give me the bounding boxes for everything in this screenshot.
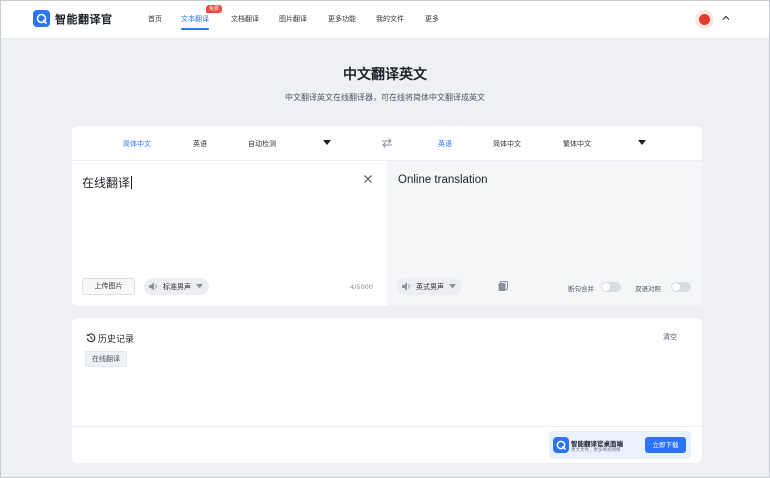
history-footer: 智能翻译官桌面端 更大文件，更多格式网络 立即下载 [72, 426, 702, 463]
nav-more[interactable]: 更多 [425, 14, 439, 24]
source-text-wrap[interactable]: 在线翻译 [82, 174, 133, 191]
history-item[interactable]: 在线翻译 [85, 351, 127, 367]
page-subtitle: 中文翻译英文在线翻译器，可在线将简体中文翻译成英文 [285, 93, 485, 102]
top-navbar: 智能翻译官 首页 文本翻译 免费 文档翻译 图片翻译 更多功能 我的文件 更多 [1, 1, 769, 39]
target-lang-en[interactable]: 英语 [438, 139, 452, 149]
page-title: 中文翻译英文 [343, 67, 427, 83]
promo-subtitle: 更大文件，更多格式网络 [571, 448, 621, 453]
character-count: 4/5000 [350, 283, 373, 291]
upload-image-button[interactable]: 上传图片 [82, 278, 135, 295]
chevron-down-icon [196, 284, 203, 289]
history-title: 历史记录 [98, 335, 135, 345]
history-icon [86, 333, 96, 343]
target-lang-dropdown-icon[interactable] [638, 140, 646, 146]
chevron-down-icon [449, 284, 456, 289]
logo-icon [33, 10, 50, 27]
sentence-merge-toggle[interactable] [601, 282, 621, 292]
history-card: 历史记录 清空 在线翻译 智能翻译官桌面端 更大文件，更多格式网络 立即下载 [72, 318, 702, 463]
target-text-area: Online translation 英式男声 断句合并 双语对照 [387, 161, 702, 306]
source-lang-en[interactable]: 英语 [193, 139, 207, 149]
clear-history-button[interactable]: 清空 [663, 332, 677, 342]
swap-languages-icon[interactable] [381, 137, 393, 149]
avatar-image [699, 14, 710, 25]
desktop-app-promo[interactable]: 智能翻译官桌面端 更大文件，更多格式网络 立即下载 [549, 431, 691, 459]
promo-logo-icon [553, 437, 569, 453]
speaker-icon[interactable] [148, 281, 159, 292]
source-lang-dropdown-icon[interactable] [323, 140, 331, 146]
nav-doc-translate[interactable]: 文档翻译 [231, 14, 259, 24]
source-voice-selector[interactable]: 标准男声 [144, 278, 209, 295]
nav-more-features[interactable]: 更多功能 [328, 14, 356, 24]
source-lang-zh[interactable]: 简体中文 [123, 139, 151, 149]
speaker-icon[interactable] [401, 281, 412, 292]
bilingual-label: 双语对照 [635, 285, 661, 293]
target-voice-selector[interactable]: 英式男声 [397, 278, 462, 295]
bilingual-toggle[interactable] [671, 282, 691, 292]
source-text-area[interactable]: 在线翻译 上传图片 标准男声 4/5000 [72, 161, 387, 306]
app-name: 智能翻译官 [55, 12, 113, 26]
translated-text: Online translation [398, 174, 488, 186]
sentence-merge-label: 断句合并 [568, 285, 594, 293]
nav-my-files[interactable]: 我的文件 [376, 14, 404, 24]
language-bar: 简体中文 英语 自动检测 英语 简体中文 繁体中文 [72, 126, 702, 161]
clear-text-icon[interactable] [363, 174, 373, 184]
target-lang-zh-hant[interactable]: 繁体中文 [563, 139, 591, 149]
copy-icon[interactable] [497, 280, 509, 292]
free-badge: 免费 [206, 5, 223, 13]
app-logo[interactable]: 智能翻译官 [33, 10, 113, 27]
translator-card: 简体中文 英语 自动检测 英语 简体中文 繁体中文 在线翻译 上传图片 标准男声 [72, 126, 702, 306]
target-voice-label: 英式男声 [416, 282, 444, 291]
source-lang-auto[interactable]: 自动检测 [248, 139, 276, 149]
nav-home[interactable]: 首页 [148, 14, 162, 24]
target-lang-zh[interactable]: 简体中文 [493, 139, 521, 149]
source-voice-label: 标准男声 [163, 282, 191, 291]
source-text[interactable]: 在线翻译 [82, 176, 130, 190]
download-button[interactable]: 立即下载 [645, 437, 686, 453]
nav-image-translate[interactable]: 图片翻译 [279, 14, 307, 24]
user-avatar[interactable] [695, 10, 714, 29]
nav-text-translate[interactable]: 文本翻译 [181, 14, 209, 30]
chevron-up-icon[interactable] [721, 13, 731, 23]
text-caret [131, 176, 133, 189]
